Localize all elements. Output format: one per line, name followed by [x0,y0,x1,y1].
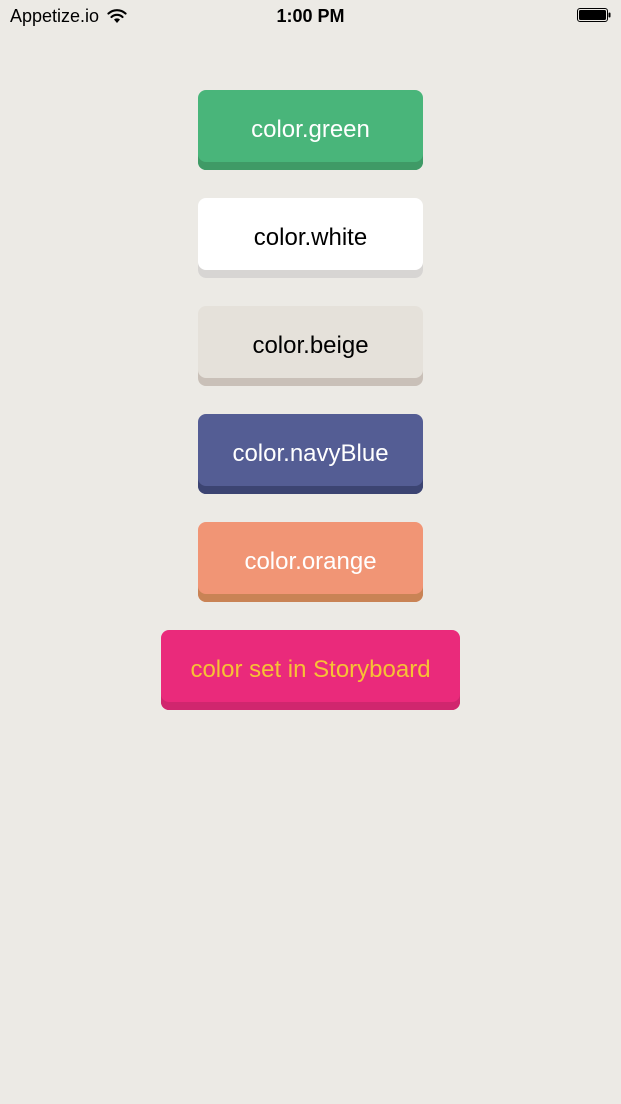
color-beige-button[interactable]: color.beige [198,306,423,386]
status-time: 1:00 PM [276,6,345,26]
color-orange-button[interactable]: color.orange [198,522,423,602]
color-navy-blue-button[interactable]: color.navyBlue [198,414,423,494]
color-white-button[interactable]: color.white [198,198,423,278]
color-storyboard-button[interactable]: color set in Storyboard [161,630,460,710]
color-green-button[interactable]: color.green [198,90,423,170]
status-bar: Appetize.io 1:00 PM [0,0,621,34]
battery-icon [577,8,611,22]
